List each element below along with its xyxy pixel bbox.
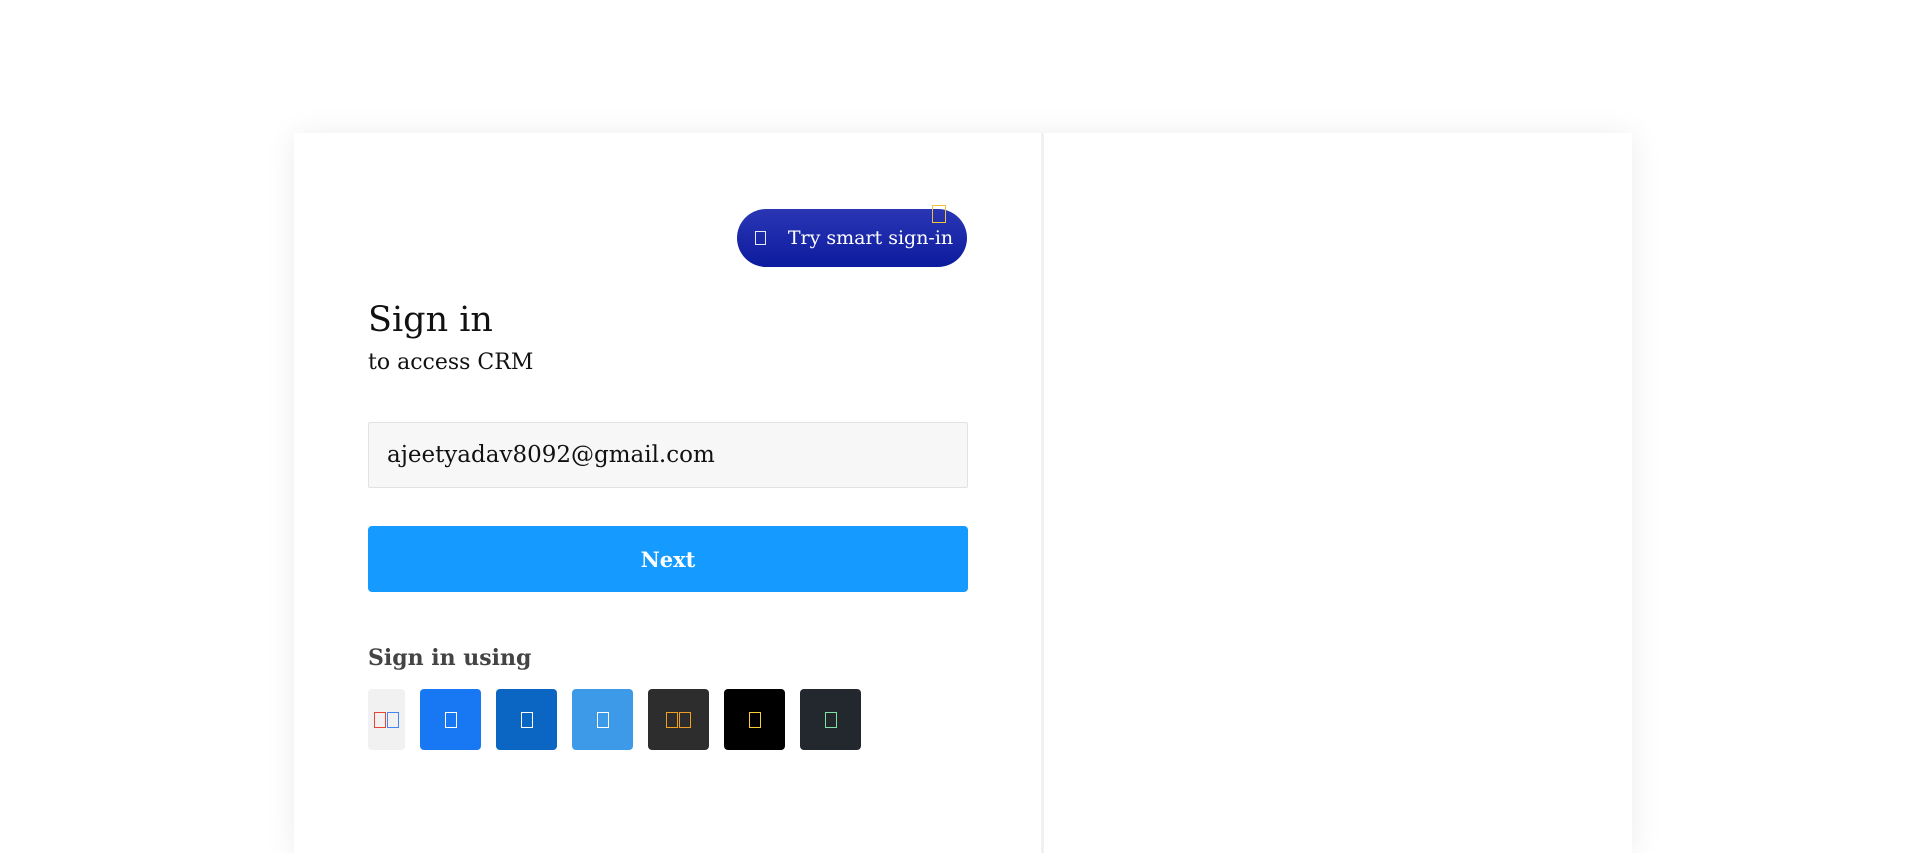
facebook-icon — [444, 711, 457, 728]
page-subtitle: to access CRM — [368, 350, 534, 375]
apple-icon — [748, 711, 761, 728]
microsoft-signin-button[interactable] — [648, 689, 709, 750]
microsoft-icon — [679, 711, 691, 728]
google-icon — [374, 711, 386, 728]
signin-pane: Try smart sign-in Sign in to access CRM … — [294, 133, 1044, 853]
signin-card: Try smart sign-in Sign in to access CRM … — [294, 133, 1632, 853]
linkedin-signin-button[interactable] — [496, 689, 557, 750]
twitter-icon — [596, 711, 609, 728]
apple-signin-button[interactable] — [724, 689, 785, 750]
illustration-pane — [1044, 133, 1632, 853]
facebook-signin-button[interactable] — [420, 689, 481, 750]
smart-signin-label: Try smart sign-in — [787, 227, 954, 249]
twitter-signin-button[interactable] — [572, 689, 633, 750]
smart-signin-icon — [754, 231, 766, 245]
github-icon — [824, 711, 837, 728]
google-icon — [387, 711, 399, 728]
linkedin-icon — [520, 711, 533, 728]
next-button[interactable]: Next — [368, 526, 968, 592]
page-title: Sign in — [368, 300, 493, 340]
email-field[interactable] — [368, 422, 968, 488]
github-signin-button[interactable] — [800, 689, 861, 750]
microsoft-icon — [666, 711, 678, 728]
sign-in-using-label: Sign in using — [368, 645, 532, 671]
smart-signin-badge-icon — [932, 205, 946, 223]
google-signin-button[interactable] — [368, 689, 405, 750]
